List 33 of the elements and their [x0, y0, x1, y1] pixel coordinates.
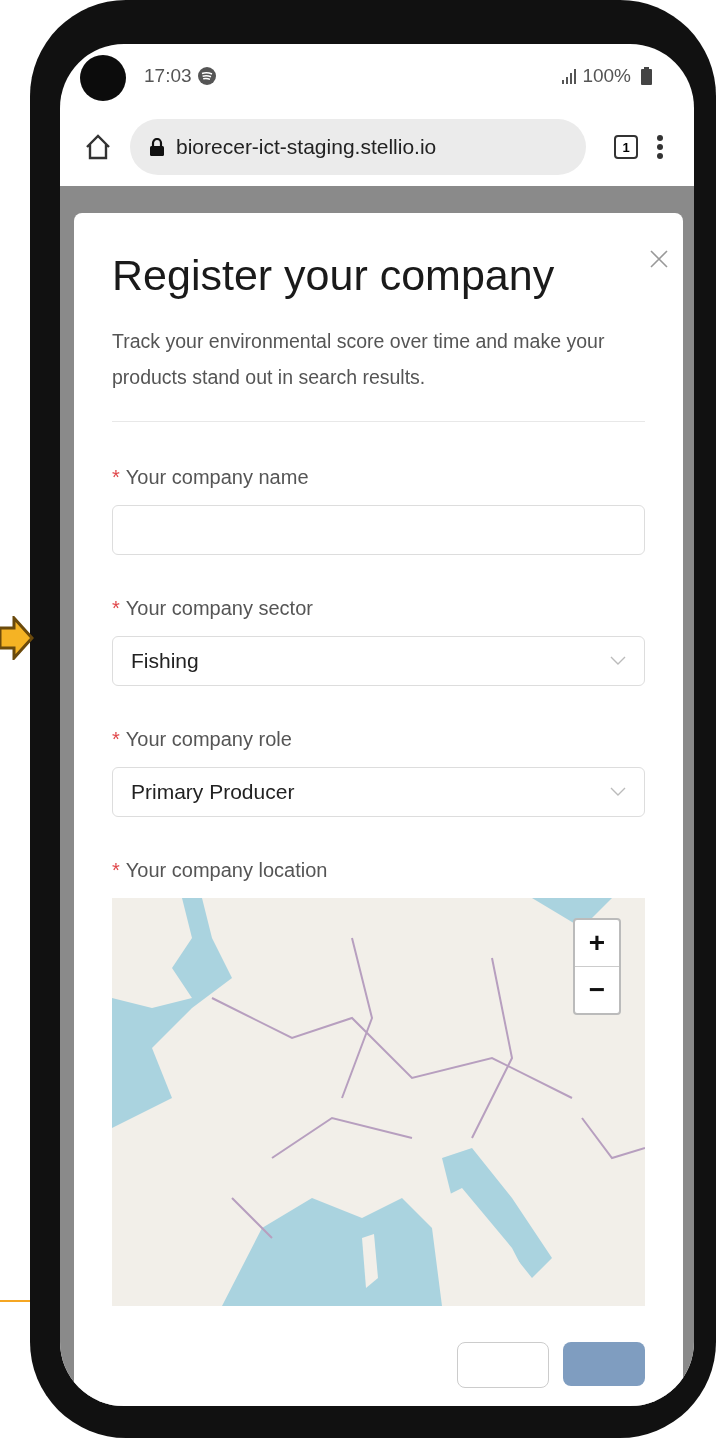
input-field[interactable] — [112, 505, 645, 555]
field-label: Your company location — [125, 859, 328, 882]
more-icon[interactable] — [656, 134, 664, 160]
status-time: 17:03 — [144, 65, 192, 87]
tab-count-button[interactable]: 1 — [614, 135, 638, 159]
home-icon[interactable] — [84, 133, 112, 161]
required-mark: * — [112, 859, 120, 882]
required-mark: * — [112, 466, 120, 489]
select-field[interactable]: Primary Producer — [112, 767, 645, 817]
zoom-out-button[interactable]: − — [575, 966, 619, 1013]
chevron-down-icon — [610, 656, 626, 666]
zoom-in-button[interactable]: + — [575, 920, 619, 966]
dialog-title: Register your company — [112, 250, 556, 301]
select-field[interactable]: Fishing — [112, 636, 645, 686]
signal-icon — [562, 68, 577, 84]
field-label: Your company name — [125, 466, 309, 489]
battery-icon — [641, 67, 652, 85]
url-text: biorecer-ict-staging.stellio.io — [176, 135, 437, 159]
battery-level: 100% — [582, 65, 631, 87]
arrow-icon — [0, 616, 34, 660]
required-mark: * — [112, 728, 120, 751]
address-bar[interactable]: biorecer-ict-staging.stellio.io — [130, 119, 586, 175]
field-label: Your company role — [125, 728, 292, 751]
field-label: Your company sector — [125, 597, 313, 620]
dialog-description: Track your environmental score over time and make your products stand out in search results. — [112, 329, 606, 390]
required-mark: * — [112, 597, 120, 620]
leader-line — [0, 1300, 30, 1302]
chevron-down-icon — [610, 787, 626, 797]
camera-icon — [80, 55, 126, 101]
secondary-button[interactable] — [457, 1342, 549, 1388]
close-icon[interactable] — [649, 249, 669, 269]
lock-icon — [150, 138, 164, 156]
music-app-icon — [197, 67, 216, 85]
